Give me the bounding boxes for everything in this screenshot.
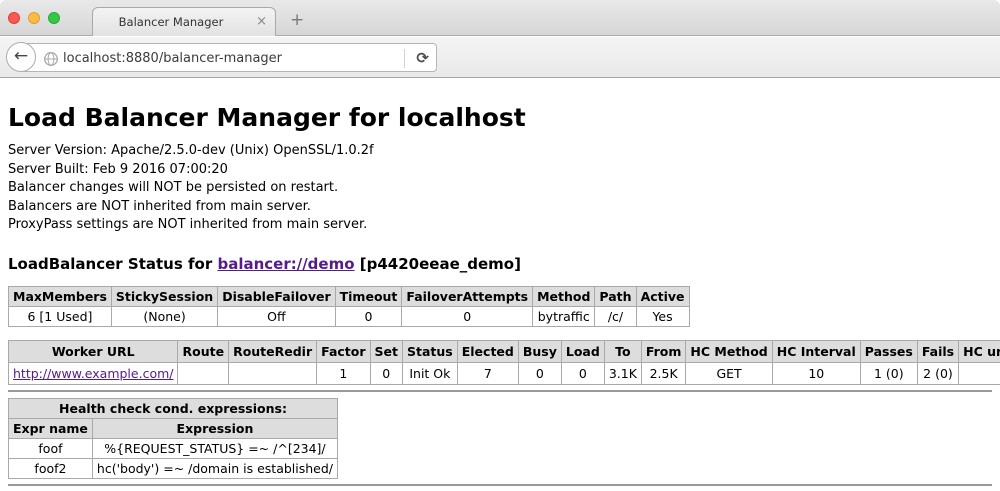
window-close-button[interactable] bbox=[8, 12, 20, 24]
col-timeout: Timeout bbox=[335, 286, 402, 306]
back-icon: ← bbox=[14, 46, 28, 66]
cell-route bbox=[178, 362, 229, 384]
cell-fails: 2 (0) bbox=[917, 362, 958, 384]
cell-expression: hc('body') =~ /domain is established/ bbox=[92, 458, 337, 478]
cell-load: 0 bbox=[561, 362, 604, 384]
col-disablefailover: DisableFailover bbox=[218, 286, 335, 306]
table-header-row: MaxMembers StickySession DisableFailover… bbox=[9, 286, 690, 306]
table-title-row: Health check cond. expressions: bbox=[9, 398, 338, 418]
server-built-line: Server Built: Feb 9 2016 07:00:20 bbox=[8, 161, 992, 180]
cell-hc-uri bbox=[959, 362, 1000, 384]
worker-status-table: Worker URL Route RouteRedir Factor Set S… bbox=[8, 340, 1000, 385]
server-info: Server Version: Apache/2.5.0-dev (Unix) … bbox=[8, 142, 992, 235]
status-heading-suffix: [p4420eeae_demo] bbox=[355, 255, 521, 273]
col-expression: Expression bbox=[92, 418, 337, 438]
col-hc-method: HC Method bbox=[686, 340, 772, 362]
table-header-row: Worker URL Route RouteRedir Factor Set S… bbox=[9, 340, 1000, 362]
reload-icon[interactable]: ⟳ bbox=[416, 49, 429, 67]
cell-routeredir bbox=[229, 362, 317, 384]
col-method: Method bbox=[533, 286, 595, 306]
window-minimize-button[interactable] bbox=[28, 12, 40, 24]
balancer-status-table: MaxMembers StickySession DisableFailover… bbox=[8, 286, 690, 327]
window-zoom-button[interactable] bbox=[48, 12, 60, 24]
health-check-table: Health check cond. expressions: Expr nam… bbox=[8, 398, 338, 479]
status-heading-prefix: LoadBalancer Status for bbox=[8, 255, 217, 273]
col-passes: Passes bbox=[860, 340, 917, 362]
tab-balancer-manager[interactable]: Balancer Manager × bbox=[92, 7, 276, 36]
cell-factor: 1 bbox=[317, 362, 370, 384]
browser-window: Balancer Manager × + ← localhost:8880/ba… bbox=[0, 0, 1000, 491]
persist-notice-line: Balancer changes will NOT be persisted o… bbox=[8, 179, 992, 198]
worker-url-link[interactable]: http://www.example.com/ bbox=[13, 366, 173, 381]
cell-elected: 7 bbox=[457, 362, 518, 384]
cell-busy: 0 bbox=[518, 362, 561, 384]
cell-expression: %{REQUEST_STATUS} =~ /^[234]/ bbox=[92, 438, 337, 458]
cell-maxmembers: 6 [1 Used] bbox=[9, 306, 112, 326]
cell-expr-name: foof bbox=[9, 438, 93, 458]
cell-hc-interval: 10 bbox=[772, 362, 860, 384]
cell-passes: 1 (0) bbox=[860, 362, 917, 384]
cell-from: 2.5K bbox=[641, 362, 686, 384]
health-table-title: Health check cond. expressions: bbox=[9, 398, 338, 418]
col-from: From bbox=[641, 340, 686, 362]
col-busy: Busy bbox=[518, 340, 561, 362]
globe-icon bbox=[43, 51, 59, 71]
inherit-notice-line: Balancers are NOT inherited from main se… bbox=[8, 198, 992, 217]
col-fails: Fails bbox=[917, 340, 958, 362]
col-worker-url: Worker URL bbox=[9, 340, 178, 362]
navigation-toolbar: ← localhost:8880/balancer-manager ⟳ ☆ ▤ bbox=[0, 37, 1000, 78]
col-factor: Factor bbox=[317, 340, 370, 362]
balancer-demo-link[interactable]: balancer://demo bbox=[217, 255, 354, 273]
col-status: Status bbox=[403, 340, 458, 362]
cell-stickysession: (None) bbox=[111, 306, 217, 326]
page-content: Load Balancer Manager for localhost Serv… bbox=[0, 79, 1000, 491]
page-title: Load Balancer Manager for localhost bbox=[8, 103, 992, 132]
page-bottom-divider bbox=[8, 484, 992, 486]
url-text[interactable]: localhost:8880/balancer-manager bbox=[63, 51, 282, 66]
col-expr-name: Expr name bbox=[9, 418, 93, 438]
table-row: 6 [1 Used] (None) Off 0 0 bytraffic /c/ … bbox=[9, 306, 690, 326]
server-version-line: Server Version: Apache/2.5.0-dev (Unix) … bbox=[8, 142, 992, 161]
loadbalancer-status-heading: LoadBalancer Status for balancer://demo … bbox=[8, 255, 992, 273]
col-stickysession: StickySession bbox=[111, 286, 217, 306]
col-elected: Elected bbox=[457, 340, 518, 362]
cell-timeout: 0 bbox=[335, 306, 402, 326]
col-route: Route bbox=[178, 340, 229, 362]
tab-title: Balancer Manager bbox=[93, 15, 249, 29]
new-tab-button[interactable]: + bbox=[290, 10, 304, 30]
cell-method: bytraffic bbox=[533, 306, 595, 326]
proxypass-notice-line: ProxyPass settings are NOT inherited fro… bbox=[8, 216, 992, 235]
cell-status: Init Ok bbox=[403, 362, 458, 384]
col-hc-uri: HC uri bbox=[959, 340, 1000, 362]
table-row: http://www.example.com/ 1 0 Init Ok 7 0 … bbox=[9, 362, 1000, 384]
col-failoverattempts: FailoverAttempts bbox=[402, 286, 533, 306]
titlebar: Balancer Manager × + bbox=[0, 0, 1000, 36]
tab-close-icon[interactable]: × bbox=[256, 14, 267, 29]
cell-path: /c/ bbox=[595, 306, 636, 326]
table-row: foof %{REQUEST_STATUS} =~ /^[234]/ bbox=[9, 438, 338, 458]
cell-disablefailover: Off bbox=[218, 306, 335, 326]
cell-set: 0 bbox=[370, 362, 402, 384]
col-load: Load bbox=[561, 340, 604, 362]
cell-hc-method: GET bbox=[686, 362, 772, 384]
col-path: Path bbox=[595, 286, 636, 306]
urlbar-divider bbox=[404, 49, 405, 68]
table-header-row: Expr name Expression bbox=[9, 418, 338, 438]
col-routeredir: RouteRedir bbox=[229, 340, 317, 362]
col-active: Active bbox=[636, 286, 689, 306]
section-divider bbox=[8, 390, 992, 392]
url-bar[interactable]: localhost:8880/balancer-manager ⟳ bbox=[20, 43, 437, 72]
back-button[interactable]: ← bbox=[6, 42, 36, 72]
cell-worker-url: http://www.example.com/ bbox=[9, 362, 178, 384]
cell-expr-name: foof2 bbox=[9, 458, 93, 478]
col-set: Set bbox=[370, 340, 402, 362]
cell-active: Yes bbox=[636, 306, 689, 326]
cell-to: 3.1K bbox=[604, 362, 641, 384]
col-hc-interval: HC Interval bbox=[772, 340, 860, 362]
col-maxmembers: MaxMembers bbox=[9, 286, 112, 306]
col-to: To bbox=[604, 340, 641, 362]
cell-failoverattempts: 0 bbox=[402, 306, 533, 326]
table-row: foof2 hc('body') =~ /domain is establish… bbox=[9, 458, 338, 478]
